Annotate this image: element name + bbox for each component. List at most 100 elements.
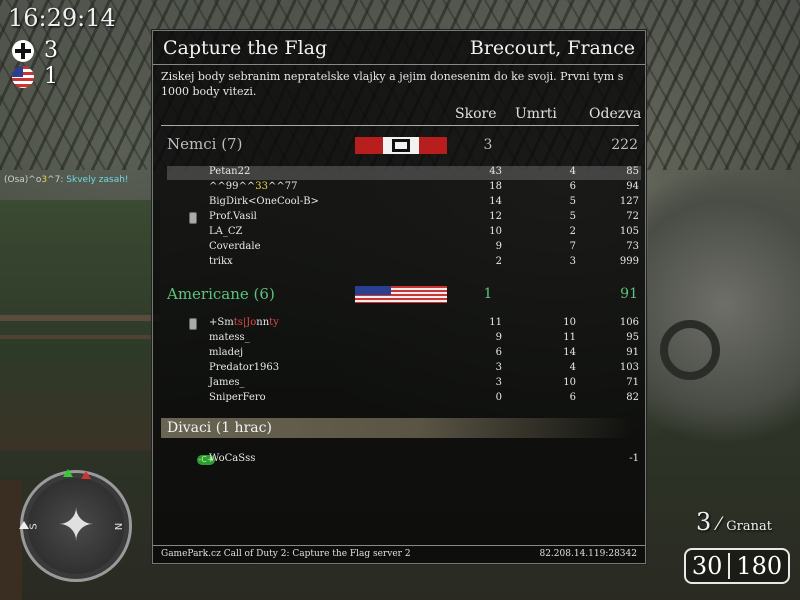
player-ping: 103 bbox=[619, 362, 639, 373]
divider bbox=[161, 125, 639, 126]
axis-team-score: 3 bbox=[12, 38, 58, 63]
allies-team-total-score: 1 bbox=[483, 286, 493, 302]
player-row[interactable]: LA_CZ 10 2 105 bbox=[167, 226, 641, 240]
ammo-clip: 30 bbox=[691, 552, 723, 580]
player-name: Prof.Vasil bbox=[209, 211, 257, 222]
player-ping: 91 bbox=[626, 347, 639, 358]
player-score: 9 bbox=[495, 241, 502, 252]
allies-team-ping: 91 bbox=[620, 286, 638, 302]
player-name: SniperFero bbox=[209, 392, 266, 403]
player-row[interactable]: BigDirk<OneCool-B> 14 5 127 bbox=[167, 196, 641, 210]
grenade-counter: 3 ⁄ Granat bbox=[696, 508, 772, 536]
player-row[interactable]: mladej 6 14 91 bbox=[167, 347, 641, 361]
player-ping: 73 bbox=[626, 241, 639, 252]
player-name: WoCaSss bbox=[209, 453, 256, 464]
player-row[interactable]: matess_ 9 11 95 bbox=[167, 332, 641, 346]
player-score: 18 bbox=[489, 181, 502, 192]
allies-banner-icon bbox=[355, 286, 447, 303]
player-deaths: 5 bbox=[569, 211, 576, 222]
background-post bbox=[0, 480, 22, 600]
player-score: 14 bbox=[489, 196, 502, 207]
chat-prefix: (Osa)^ bbox=[4, 175, 36, 185]
player-deaths: 10 bbox=[563, 317, 576, 328]
player-row[interactable]: Predator1963 3 4 103 bbox=[167, 362, 641, 376]
player-deaths: 7 bbox=[569, 241, 576, 252]
ammo-counter: 30 180 bbox=[684, 548, 790, 584]
compass-south-label: S bbox=[28, 523, 40, 530]
player-ping: 71 bbox=[626, 377, 639, 388]
background-artillery-wheel bbox=[660, 320, 720, 380]
objective-marker-icon bbox=[63, 469, 73, 477]
player-marker-icon bbox=[19, 521, 29, 529]
player-row[interactable]: trikx 2 3 999 bbox=[167, 256, 641, 270]
player-deaths: 10 bbox=[563, 377, 576, 388]
player-deaths: 11 bbox=[563, 332, 576, 343]
grenade-label: Granat bbox=[726, 519, 772, 534]
chat-text: Skvely zasah! bbox=[66, 175, 129, 185]
ammo-separator bbox=[728, 553, 731, 579]
player-ping: -1 bbox=[629, 453, 639, 464]
player-score: 12 bbox=[489, 211, 502, 222]
background-fence bbox=[0, 315, 160, 321]
spectators-header: Divaci (1 hrac) bbox=[161, 418, 631, 438]
player-deaths: 2 bbox=[569, 226, 576, 237]
column-header-score: Skore bbox=[455, 106, 497, 122]
player-score: 0 bbox=[495, 392, 502, 403]
player-name: matess_ bbox=[209, 332, 250, 343]
scoreboard-footer: GamePark.cz Call of Duty 2: Capture the … bbox=[153, 545, 645, 563]
player-row[interactable]: SniperFero 0 6 82 bbox=[167, 392, 641, 406]
player-deaths: 4 bbox=[569, 166, 576, 177]
iron-cross-icon bbox=[12, 39, 34, 62]
compass-rose-icon: ✦ bbox=[57, 500, 95, 551]
scoreboard: Capture the Flag Brecourt, France Ziskej… bbox=[151, 29, 647, 565]
scoreboard-header: Capture the Flag Brecourt, France bbox=[153, 31, 645, 65]
player-row[interactable]: Prof.Vasil 12 5 72 bbox=[167, 211, 641, 225]
player-row[interactable]: Coverdale 9 7 73 bbox=[167, 241, 641, 255]
column-header-ping: Odezva bbox=[589, 106, 642, 122]
column-header-deaths: Umrti bbox=[515, 106, 557, 122]
player-ping: 72 bbox=[626, 211, 639, 222]
player-ping: 82 bbox=[626, 392, 639, 403]
player-deaths: 14 bbox=[563, 347, 576, 358]
player-score: 43 bbox=[489, 166, 502, 177]
player-name: LA_CZ bbox=[209, 226, 243, 237]
background-fence-rail bbox=[0, 335, 160, 339]
player-row[interactable]: James_ 3 10 71 bbox=[167, 377, 641, 391]
background-grass bbox=[0, 200, 160, 450]
player-ping: 127 bbox=[619, 196, 639, 207]
allies-team-score: 1 bbox=[12, 64, 58, 89]
player-ping: 999 bbox=[619, 256, 639, 267]
compass-north-label: N bbox=[111, 522, 123, 531]
flag-marker-icon bbox=[81, 471, 91, 479]
objective-text: Ziskej body sebranim nepratelske vlajky … bbox=[161, 70, 624, 98]
player-deaths: 3 bbox=[569, 256, 576, 267]
game-type: Capture the Flag bbox=[163, 36, 328, 59]
allies-score-value: 1 bbox=[44, 64, 58, 89]
player-row[interactable]: +Smts|Jonnty 11 10 106 bbox=[167, 317, 641, 331]
player-score: 10 bbox=[489, 226, 502, 237]
player-name: James_ bbox=[209, 377, 245, 388]
player-row[interactable]: -C+ WoCaSss -1 bbox=[167, 453, 641, 467]
chat-message: (Osa)^o3^7: Skvely zasah! bbox=[4, 175, 129, 185]
player-name: Coverdale bbox=[209, 241, 261, 252]
player-ping: 95 bbox=[626, 332, 639, 343]
grenade-count: 3 bbox=[696, 508, 712, 536]
axis-team-total-score: 3 bbox=[483, 137, 493, 153]
server-name: GamePark.cz Call of Duty 2: Capture the … bbox=[161, 549, 411, 559]
dogtag-icon bbox=[189, 318, 197, 330]
map-name: Brecourt, France bbox=[469, 36, 635, 59]
match-clock: 16:29:14 bbox=[8, 4, 116, 32]
player-score: 3 bbox=[495, 362, 502, 373]
us-flag-icon bbox=[12, 65, 34, 88]
player-ping: 85 bbox=[626, 166, 639, 177]
allies-team-name: Americane (6) bbox=[167, 285, 275, 303]
chat-name-part: ^7: bbox=[47, 175, 64, 185]
player-name: Petan22 bbox=[209, 166, 251, 177]
player-row[interactable]: Petan22 43 4 85 bbox=[167, 166, 641, 180]
player-score: 11 bbox=[489, 317, 502, 328]
player-name: trikx bbox=[209, 256, 233, 267]
background-artillery bbox=[648, 150, 800, 460]
server-address: 82.208.14.119:28342 bbox=[539, 549, 637, 559]
player-score: 3 bbox=[495, 377, 502, 388]
player-row[interactable]: ^^99^^33^^77 18 6 94 bbox=[167, 181, 641, 195]
